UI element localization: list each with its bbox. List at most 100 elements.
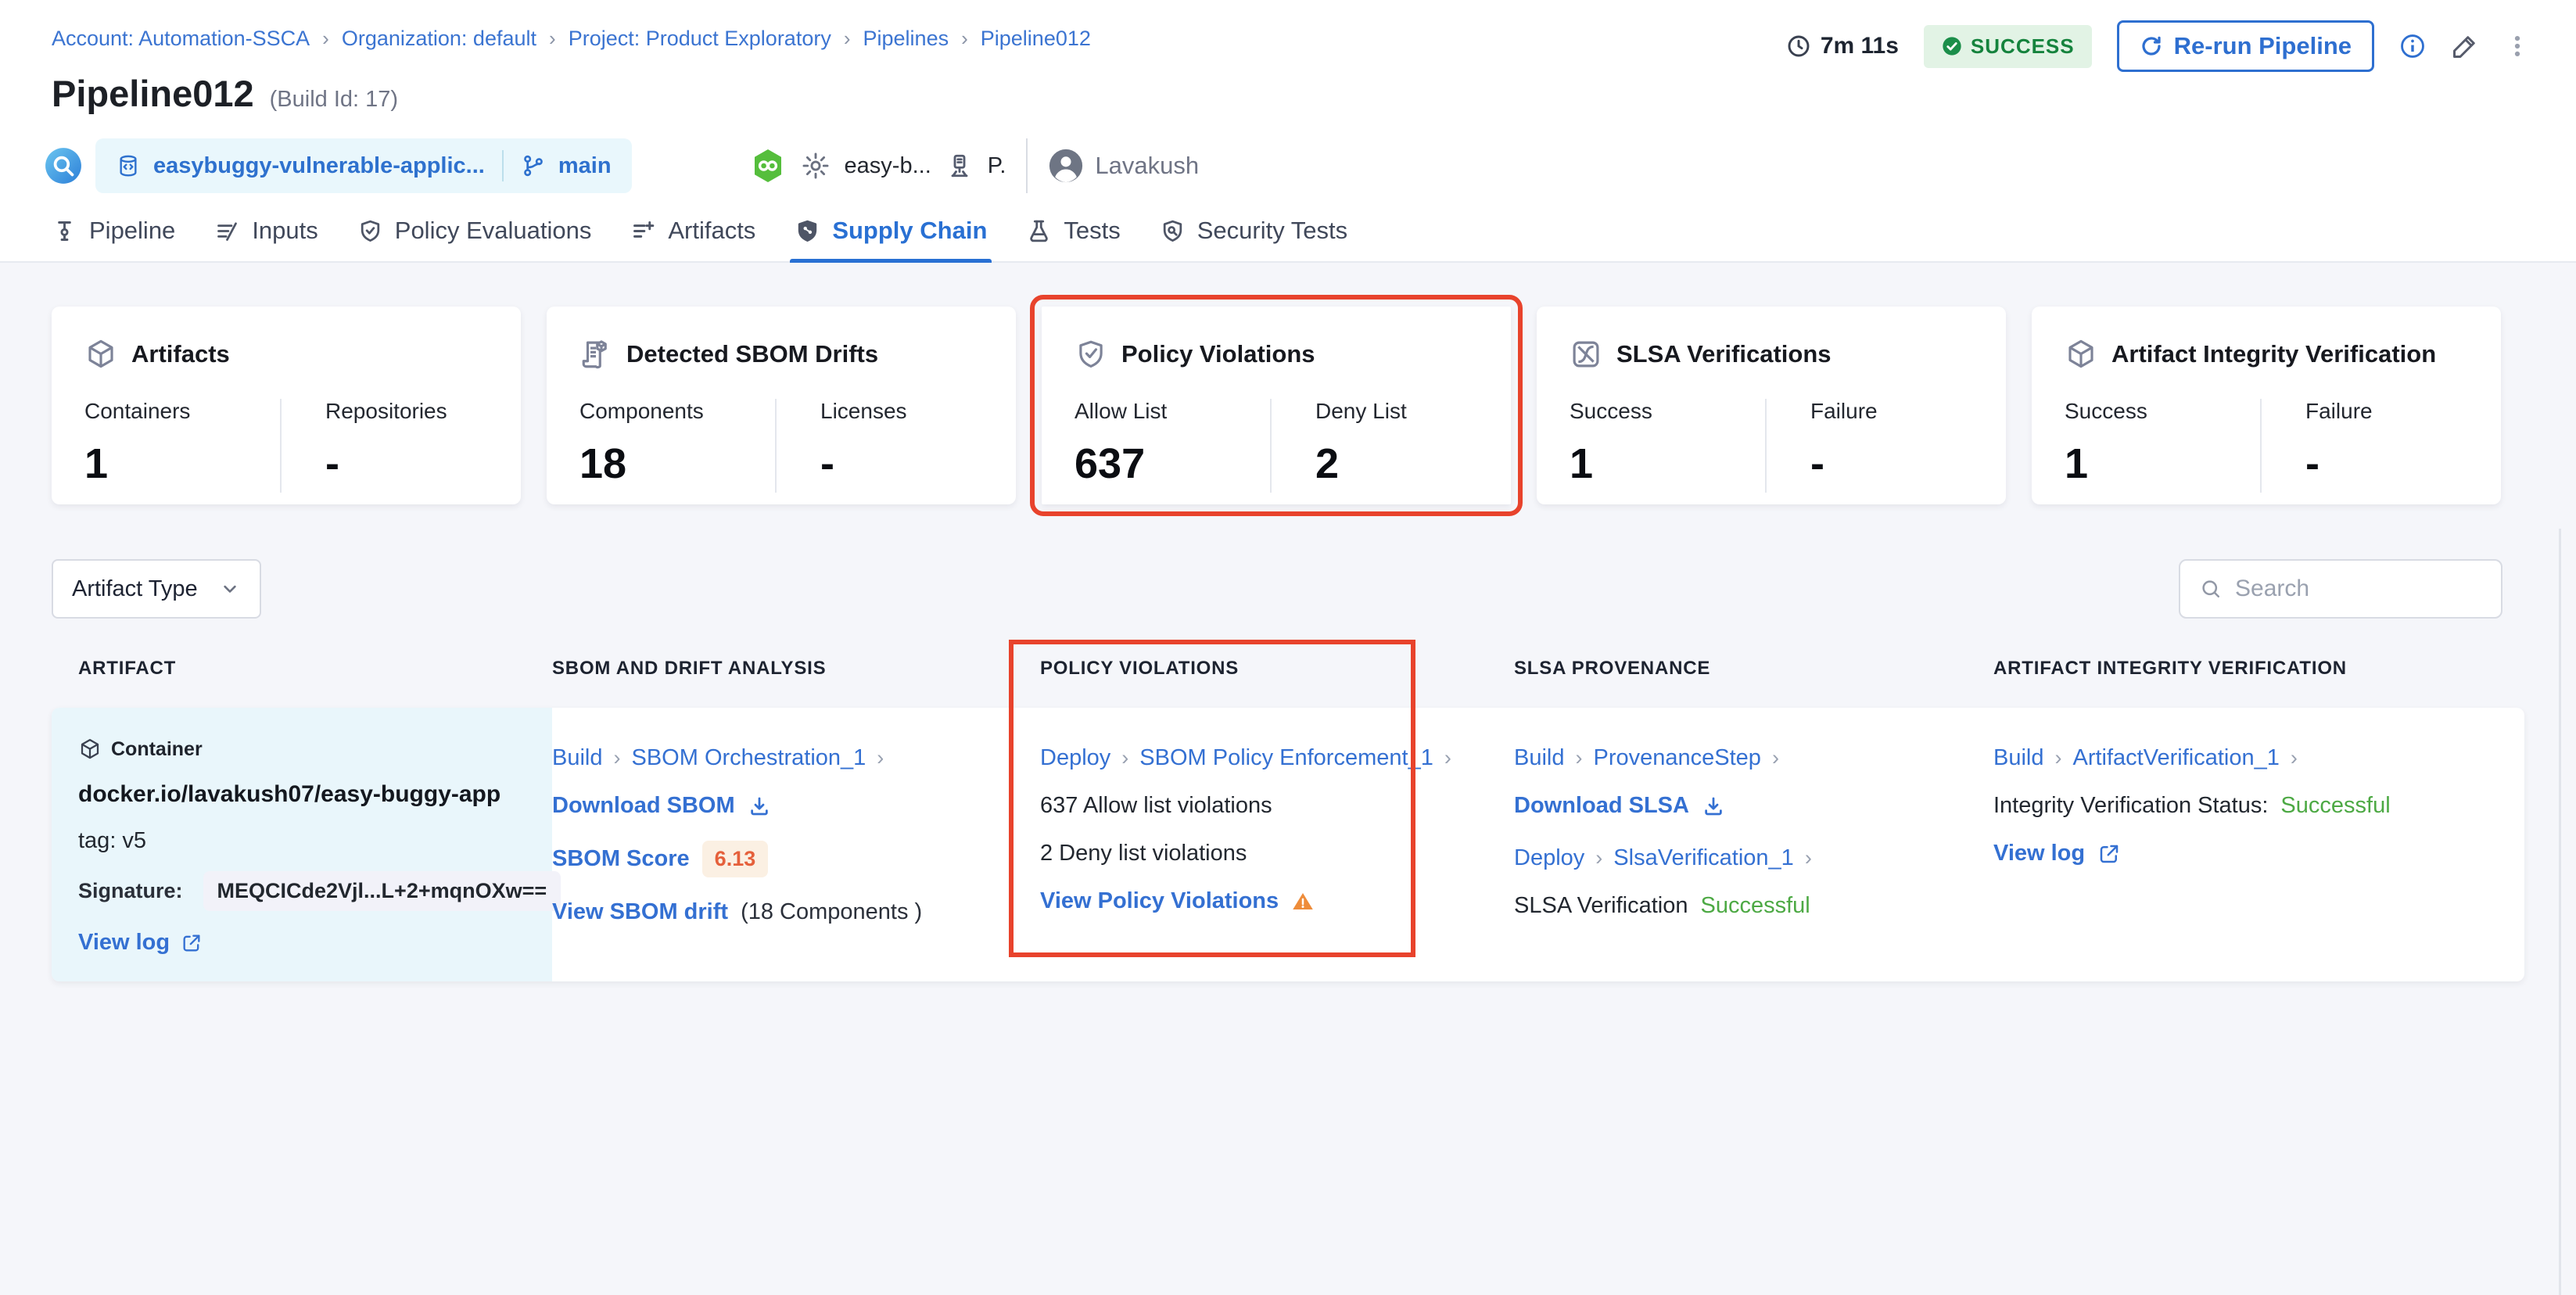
refresh-icon [2140, 34, 2163, 58]
card-title: SLSA Verifications [1616, 340, 1832, 368]
sbom-drifts-card: Detected SBOM Drifts Components18 Licens… [547, 307, 1016, 504]
view-policy-violations-link[interactable]: View Policy Violations [1040, 888, 1279, 914]
view-log-link[interactable]: View log [78, 930, 170, 956]
stat-value: - [1810, 439, 1878, 488]
tab-security-tests[interactable]: Security Tests [1160, 199, 1347, 262]
table-header-row: ARTIFACT SBOM AND DRIFT ANALYSIS POLICY … [52, 658, 2524, 680]
info-icon[interactable] [2399, 33, 2426, 59]
stat-label: Deny List [1315, 399, 1407, 424]
view-sbom-drift-link[interactable]: View SBOM drift [552, 899, 728, 925]
tab-supply-chain-label: Supply Chain [832, 217, 987, 245]
sbom-score-badge: 6.13 [702, 841, 769, 877]
stat-value: 1 [1570, 439, 1765, 488]
tab-artifacts[interactable]: Artifacts [630, 199, 755, 262]
integrity-stage-link[interactable]: Build [1993, 745, 2044, 771]
artifact-type-chip: Container [111, 738, 203, 761]
user-avatar-icon [1048, 148, 1084, 184]
col-header-artifact: ARTIFACT [52, 658, 552, 680]
slsa-verify-step-link[interactable]: SlsaVerification_1 [1613, 845, 1794, 871]
pipeline-icon [52, 218, 77, 244]
page-title: Pipeline012 [52, 72, 254, 115]
integrity-status-label: Integrity Verification Status: [1993, 793, 2268, 819]
branch-name[interactable]: main [558, 153, 612, 179]
clock-icon [1786, 34, 1811, 59]
duration-value: 7m 11s [1821, 33, 1899, 59]
repository-name[interactable]: easybuggy-vulnerable-applic... [153, 153, 485, 179]
artifacts-card: Artifacts Containers1 Repositories- [52, 307, 521, 504]
allow-list-violations: 637 Allow list violations [1040, 793, 1272, 819]
stat-value: 637 [1075, 439, 1270, 488]
tab-supply-chain[interactable]: Supply Chain [795, 199, 987, 262]
search-icon [2199, 577, 2223, 601]
user-name: Lavakush [1095, 152, 1199, 180]
stat-value: 18 [579, 439, 775, 488]
stat-value: 1 [2065, 439, 2260, 488]
shield-check-icon [1075, 338, 1107, 371]
more-options-icon[interactable] [2504, 33, 2531, 59]
tab-pipeline[interactable]: Pipeline [52, 199, 175, 262]
slsa-verify-stage-link[interactable]: Deploy [1514, 845, 1584, 871]
sbom-scroll-icon [579, 338, 612, 371]
breadcrumb-pipeline012[interactable]: Pipeline012 [981, 27, 1091, 51]
slsa-provenance-step-link[interactable]: ProvenanceStep [1594, 745, 1761, 771]
stat-value: - [820, 439, 907, 488]
meta-divider [1026, 138, 1028, 193]
supply-chain-panel: Artifacts Containers1 Repositories- Dete… [0, 263, 2576, 1032]
stat-label: Allow List [1075, 399, 1270, 424]
signature-label: Signature: [78, 879, 183, 903]
breadcrumb-account[interactable]: Account: Automation-SSCA [52, 27, 310, 51]
policy-stage-link[interactable]: Deploy [1040, 745, 1110, 771]
breadcrumb-organization[interactable]: Organization: default [342, 27, 536, 51]
trigger-pipeline-name[interactable]: easy-b... [845, 153, 931, 179]
policy-violations-card: Policy Violations Allow List 637 Deny Lis… [1042, 307, 1511, 504]
scrollbar[interactable] [2559, 529, 2561, 1295]
stat-label: Failure [2305, 399, 2373, 424]
signature-value[interactable]: MEQCICde2Vjl...L+2+mqnOXw== [203, 871, 561, 911]
trigger-short-label: P. [988, 153, 1006, 179]
build-id: (Build Id: 17) [270, 87, 398, 113]
integrity-step-link[interactable]: ArtifactVerification_1 [2073, 745, 2280, 771]
artifact-integrity-cell: Build› ArtifactVerification_1› Integrity… [1952, 708, 2524, 981]
trigger-group: easy-b... P. [749, 147, 1006, 185]
download-slsa-link[interactable]: Download SLSA [1514, 793, 1689, 819]
tab-pipeline-label: Pipeline [89, 217, 175, 245]
breadcrumb-separator: › [961, 27, 968, 51]
harness-ci-icon [749, 147, 787, 185]
execution-meta-row: easybuggy-vulnerable-applic... main easy… [44, 138, 1199, 194]
policy-violations-cell: Deploy› SBOM Policy Enforcement_1› 637 A… [1021, 708, 1467, 981]
tab-policy-evaluations[interactable]: Policy Evaluations [357, 199, 592, 262]
integrity-status: Successful [2280, 793, 2390, 819]
tab-tests-label: Tests [1064, 217, 1120, 245]
card-title: Detected SBOM Drifts [626, 340, 878, 368]
slsa-verification-status: Successful [1700, 893, 1810, 919]
card-title: Policy Violations [1121, 340, 1315, 368]
repository-pill[interactable]: easybuggy-vulnerable-applic... main [95, 138, 632, 193]
slsa-verification-label: SLSA Verification [1514, 893, 1688, 919]
slsa-verifications-card: SLSA Verifications Success1 Failure- [1537, 307, 2006, 504]
cube-icon [2065, 338, 2097, 371]
gear-icon [801, 151, 831, 181]
sbom-score-link[interactable]: SBOM Score [552, 846, 690, 872]
breadcrumb-pipelines[interactable]: Pipelines [863, 27, 949, 51]
download-icon [748, 795, 771, 818]
tab-artifacts-label: Artifacts [668, 217, 755, 245]
view-log-link[interactable]: View log [1993, 841, 2085, 866]
col-header-policy: POLICY VIOLATIONS [1021, 658, 1467, 680]
summary-cards-row: Artifacts Containers1 Repositories- Dete… [52, 307, 2524, 504]
search-input[interactable] [2235, 576, 2482, 602]
stat-label: Components [579, 399, 775, 424]
col-header-sbom: SBOM AND DRIFT ANALYSIS [552, 658, 1021, 680]
slsa-provenance-stage-link[interactable]: Build [1514, 745, 1565, 771]
edit-icon[interactable] [2451, 32, 2479, 60]
policy-step-link[interactable]: SBOM Policy Enforcement_1 [1139, 745, 1433, 771]
header-actions: 7m 11s SUCCESS Re-run Pipeline [1786, 20, 2531, 72]
breadcrumb-project[interactable]: Project: Product Exploratory [569, 27, 831, 51]
rerun-pipeline-button[interactable]: Re-run Pipeline [2117, 20, 2374, 72]
download-sbom-link[interactable]: Download SBOM [552, 793, 735, 819]
tab-inputs[interactable]: Inputs [214, 199, 318, 262]
sbom-stage-link[interactable]: Build [552, 745, 603, 771]
artifact-type-dropdown[interactable]: Artifact Type [52, 559, 261, 619]
chevron-down-icon [219, 578, 241, 600]
tab-tests[interactable]: Tests [1026, 199, 1120, 262]
sbom-step-link[interactable]: SBOM Orchestration_1 [632, 745, 866, 771]
